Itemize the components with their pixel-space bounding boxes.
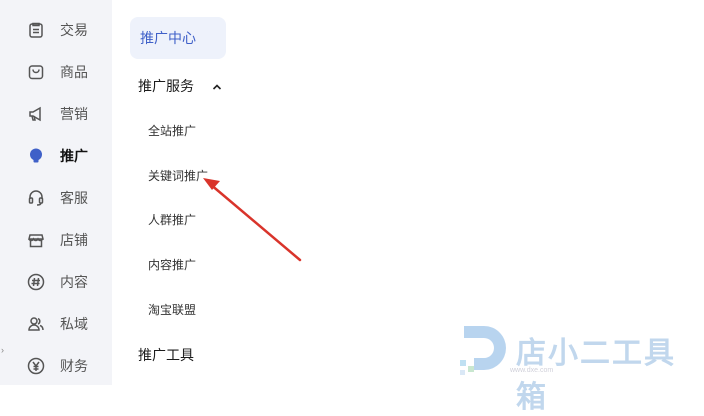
sidebar-item-products[interactable]: 商品 [26, 60, 88, 84]
sidebar-item-label: 客服 [60, 190, 88, 206]
sidebar-item-label: 内容 [60, 274, 88, 290]
sidebar-item-label: 私域 [60, 316, 88, 332]
watermark-emblem [460, 326, 506, 375]
sidebar-item-store[interactable]: 店铺 [26, 228, 88, 252]
sidebar-item-content[interactable]: 内容 [26, 270, 88, 294]
sidebar-item-label: 店铺 [60, 232, 88, 248]
section-label: 推广服务 [138, 78, 194, 94]
subnav-item-audience[interactable]: 人群推广 [148, 211, 196, 228]
subnav-item-keyword[interactable]: 关键词推广 [148, 167, 208, 184]
watermark-logo: 店小二工具箱 www.dxe.com [456, 320, 704, 414]
headset-icon [26, 188, 46, 208]
main-sidebar: › 交易 商品 营销 推广 客服 店铺 内容 私域 财务 [0, 0, 112, 385]
promotion-services-header[interactable]: 推广服务 [138, 76, 222, 96]
clipboard-icon [26, 20, 46, 40]
sidebar-item-label: 交易 [60, 22, 88, 38]
watermark-url: www.dxe.com [510, 367, 554, 374]
yen-coin-icon [26, 356, 46, 376]
users-icon [26, 314, 46, 334]
promotion-tools-header[interactable]: 推广工具 [138, 345, 194, 365]
sidebar-item-label: 商品 [60, 64, 88, 80]
subnav-item-content[interactable]: 内容推广 [148, 256, 196, 273]
sidebar-item-promotion[interactable]: 推广 [26, 144, 88, 168]
collapse-handle[interactable]: › [1, 345, 4, 355]
hashtag-icon [26, 272, 46, 292]
promotion-center-link[interactable]: 推广中心 [130, 17, 226, 59]
sidebar-item-trade[interactable]: 交易 [26, 18, 88, 42]
subnav-item-taobao-union[interactable]: 淘宝联盟 [148, 301, 196, 318]
chevron-up-icon [212, 78, 222, 94]
sidebar-item-label: 财务 [60, 358, 88, 374]
storefront-icon [26, 230, 46, 250]
subnav-item-site-wide[interactable]: 全站推广 [148, 122, 196, 139]
sidebar-item-marketing[interactable]: 营销 [26, 102, 88, 126]
sidebar-item-label: 营销 [60, 106, 88, 122]
lightbulb-icon [26, 146, 46, 166]
sidebar-item-finance[interactable]: 财务 [26, 354, 88, 378]
sidebar-item-label: 推广 [60, 148, 88, 164]
sidebar-item-private-domain[interactable]: 私域 [26, 312, 88, 336]
sidebar-item-service[interactable]: 客服 [26, 186, 88, 210]
megaphone-icon [26, 104, 46, 124]
shopping-bag-icon [26, 62, 46, 82]
section-label: 推广工具 [138, 347, 194, 363]
